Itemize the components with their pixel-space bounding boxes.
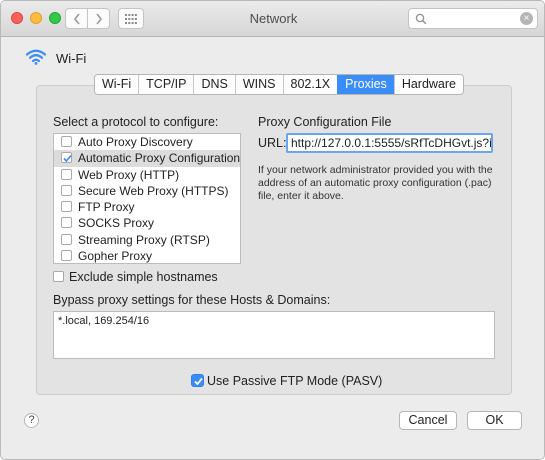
protocol-label: Streaming Proxy (RTSP) (78, 232, 210, 247)
exclude-hostnames-checkbox[interactable] (53, 271, 64, 282)
search-icon (415, 13, 427, 25)
tab-dns[interactable]: DNS (193, 75, 235, 94)
tab-proxies[interactable]: Proxies (337, 75, 394, 94)
clear-search-icon[interactable]: × (520, 12, 533, 25)
protocol-list-heading: Select a protocol to configure: (53, 115, 219, 129)
url-field[interactable]: http://127.0.0.1:5555/sRfTcDHGvt.js?ip= (286, 133, 493, 153)
cancel-button[interactable]: Cancel (399, 411, 457, 430)
bypass-heading: Bypass proxy settings for these Hosts & … (53, 293, 331, 307)
tab-hardware[interactable]: Hardware (393, 75, 463, 94)
protocol-label: Automatic Proxy Configuration (78, 151, 241, 166)
config-heading: Proxy Configuration File (258, 115, 392, 129)
protocol-checkbox[interactable] (61, 201, 72, 213)
tab-wins[interactable]: WINS (234, 75, 283, 94)
protocol-checkbox[interactable] (61, 168, 72, 180)
list-item[interactable]: SOCKS Proxy (54, 215, 240, 231)
network-window: Network × Wi-Fi Wi-Fi TCP/IP DNS WINS 80… (0, 0, 545, 460)
list-item[interactable]: Auto Proxy Discovery (54, 134, 240, 150)
tab-8021x[interactable]: 802.1X (282, 75, 338, 94)
protocol-label: SOCKS Proxy (78, 216, 155, 231)
search-input[interactable] (429, 11, 517, 26)
protocol-label: FTP Proxy (78, 200, 135, 215)
passive-ftp-checkbox[interactable] (191, 374, 204, 387)
help-text: If your network administrator provided y… (258, 164, 493, 202)
title-bar: Network × (1, 1, 544, 37)
service-label: Wi-Fi (56, 51, 87, 66)
protocol-checkbox[interactable] (61, 233, 72, 245)
tab-bar: Wi-Fi TCP/IP DNS WINS 802.1X Proxies Har… (94, 74, 464, 95)
protocol-checkbox[interactable] (61, 217, 72, 229)
protocol-label: Web Proxy (HTTP) (78, 167, 180, 182)
protocol-label: Auto Proxy Discovery (78, 135, 193, 149)
help-button[interactable]: ? (24, 413, 39, 428)
list-item[interactable]: Automatic Proxy Configuration (54, 150, 241, 167)
tab-wifi[interactable]: Wi-Fi (95, 75, 139, 94)
tab-tcpip[interactable]: TCP/IP (138, 75, 194, 94)
protocol-label: Secure Web Proxy (HTTPS) (78, 183, 229, 198)
protocol-list[interactable]: Auto Proxy Discovery Automatic Proxy Con… (53, 133, 241, 264)
passive-ftp-label: Use Passive FTP Mode (PASV) (207, 374, 383, 388)
exclude-hostnames-label: Exclude simple hostnames (69, 270, 218, 284)
protocol-checkbox[interactable] (61, 250, 72, 262)
list-item[interactable]: Secure Web Proxy (HTTPS) (54, 183, 240, 199)
list-item[interactable]: Streaming Proxy (RTSP) (54, 232, 240, 248)
list-item[interactable]: Gopher Proxy (54, 248, 240, 264)
protocol-checkbox[interactable] (61, 152, 72, 164)
protocol-label: Gopher Proxy (78, 249, 153, 264)
protocol-checkbox[interactable] (61, 136, 72, 147)
bypass-field[interactable]: *.local, 169.254/16 (53, 311, 495, 359)
protocol-checkbox[interactable] (61, 184, 72, 196)
search-field[interactable]: × (408, 8, 538, 29)
url-label: URL: (258, 136, 287, 150)
ok-button[interactable]: OK (467, 411, 522, 430)
list-item[interactable]: Web Proxy (HTTP) (54, 167, 240, 183)
checkmark-icon (194, 377, 203, 386)
wifi-icon (25, 49, 47, 65)
checkmark-icon (63, 155, 72, 163)
list-item[interactable]: FTP Proxy (54, 199, 240, 215)
